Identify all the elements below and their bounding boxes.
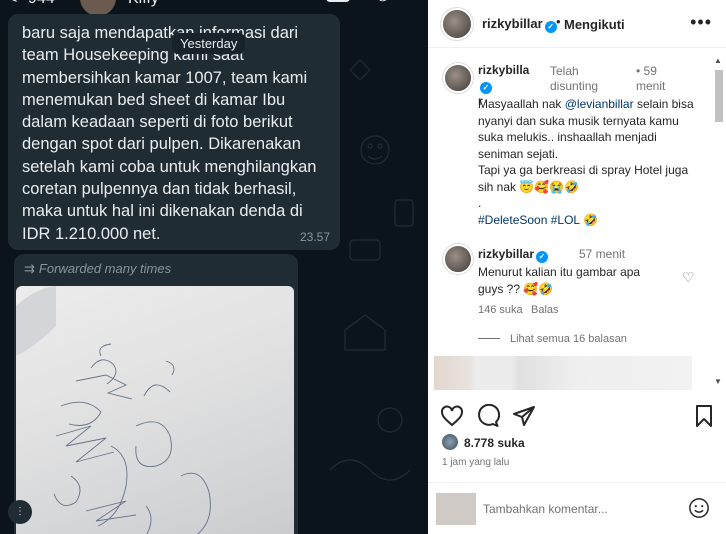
comment-text-rest: selain bisa nyanyi dan suka musik ternya…: [478, 97, 694, 210]
add-comment-bar: Tambahkan komentar...: [428, 482, 726, 534]
chat-screenshot: < 944 Kiffy ✆ baru saja mendapatkan info…: [0, 0, 428, 534]
author-username-text: rizkybillar: [482, 16, 543, 31]
back-icon[interactable]: <: [8, 0, 17, 8]
reply-button[interactable]: Balas: [531, 304, 559, 316]
comment-time-dot: •: [636, 64, 641, 78]
forward-arrows-icon: ⇉: [24, 261, 35, 276]
comments-list[interactable]: rizkybilla✓ r Telah disunting • 59 menit…: [428, 49, 726, 390]
scroll-up-icon[interactable]: ▲: [714, 56, 722, 65]
comment-likes[interactable]: 146 suka: [478, 304, 523, 316]
comment-time: 57 menit: [579, 247, 626, 261]
date-chip: Yesterday: [172, 33, 246, 54]
verified-badge-icon: ✓: [480, 82, 492, 94]
video-call-icon[interactable]: [326, 0, 350, 2]
following-button[interactable]: Mengikuti: [564, 17, 625, 32]
comment-time: • 59 menit: [636, 64, 684, 94]
comment-body: Masyaallah nak @levianbillar selain bisa…: [478, 96, 703, 228]
view-replies-text: Lihat semua 16 balasan: [510, 333, 627, 345]
hashtags[interactable]: #DeleteSoon #LOL 🤣: [478, 213, 598, 227]
comments-scrollbar[interactable]: ▲ ▼: [714, 56, 724, 386]
verified-badge-icon: ✓: [544, 21, 557, 33]
forwarded-image-message[interactable]: ⇉ Forwarded many times: [14, 254, 298, 534]
user-thumbnail: [436, 493, 476, 525]
comment-body: Menurut kalian itu gambar apa guys ?? 🥰🤣: [478, 265, 641, 296]
view-replies-button[interactable]: Lihat semua 16 balasan: [478, 333, 627, 345]
author-avatar[interactable]: [441, 8, 473, 40]
message-time: 23.57: [299, 230, 330, 244]
comment-time-text: 59 menit: [636, 64, 666, 93]
contact-name[interactable]: Kiffy: [128, 0, 159, 8]
like-comment-heart-icon[interactable]: ♡: [682, 269, 695, 286]
like-heart-icon[interactable]: [440, 404, 464, 428]
share-send-icon[interactable]: [512, 404, 536, 428]
liker-avatar: [442, 434, 458, 450]
forwarded-label-text: Forwarded many times: [38, 261, 172, 276]
comment-bubble-icon[interactable]: [476, 404, 500, 428]
comment-input[interactable]: Tambahkan komentar...: [483, 502, 608, 516]
comment-username-line1: rizkybilla: [478, 63, 530, 77]
unread-count: 944: [28, 0, 55, 8]
forwarded-label: ⇉ Forwarded many times: [24, 261, 171, 277]
comment-avatar[interactable]: [443, 244, 473, 274]
comment-edited-label: Telah disunting: [550, 64, 599, 93]
loading-placeholder: [434, 356, 692, 390]
posted-time[interactable]: 1 jam yang lalu: [442, 457, 509, 468]
verified-badge-icon: ✓: [536, 251, 549, 263]
scroll-down-icon[interactable]: ▼: [714, 377, 722, 386]
comment-avatar[interactable]: [443, 63, 473, 93]
comment-text: Masyaallah nak: [478, 97, 565, 111]
save-bookmark-icon[interactable]: [692, 404, 716, 428]
divider-line: [478, 338, 500, 339]
mention-link[interactable]: @levianbillar: [565, 97, 634, 111]
like-count[interactable]: 8.778 suka: [464, 436, 525, 450]
comment-username[interactable]: rizkybillar ✓: [478, 247, 549, 263]
bedsheet-photo[interactable]: [16, 286, 294, 534]
post-header: rizkybillar ✓ • Mengikuti •••: [428, 0, 726, 48]
scroll-thumb[interactable]: [715, 70, 723, 122]
more-options-icon[interactable]: •••: [690, 12, 712, 33]
call-icon[interactable]: ✆: [376, 0, 389, 6]
separator-dot: •: [556, 14, 561, 29]
post-actions: [428, 400, 726, 434]
more-options-icon[interactable]: ⋮: [8, 500, 32, 524]
comment-username-text: rizkybillar: [478, 247, 535, 261]
author-username[interactable]: rizkybillar ✓: [482, 16, 557, 33]
message-text: baru saja mendapatkan informasi dari tea…: [22, 24, 317, 243]
instagram-post-panel: rizkybillar ✓ • Mengikuti ••• rizkybilla✓…: [428, 0, 726, 534]
pen-scribble-drawing: [16, 286, 211, 534]
emoji-icon[interactable]: [688, 497, 710, 519]
